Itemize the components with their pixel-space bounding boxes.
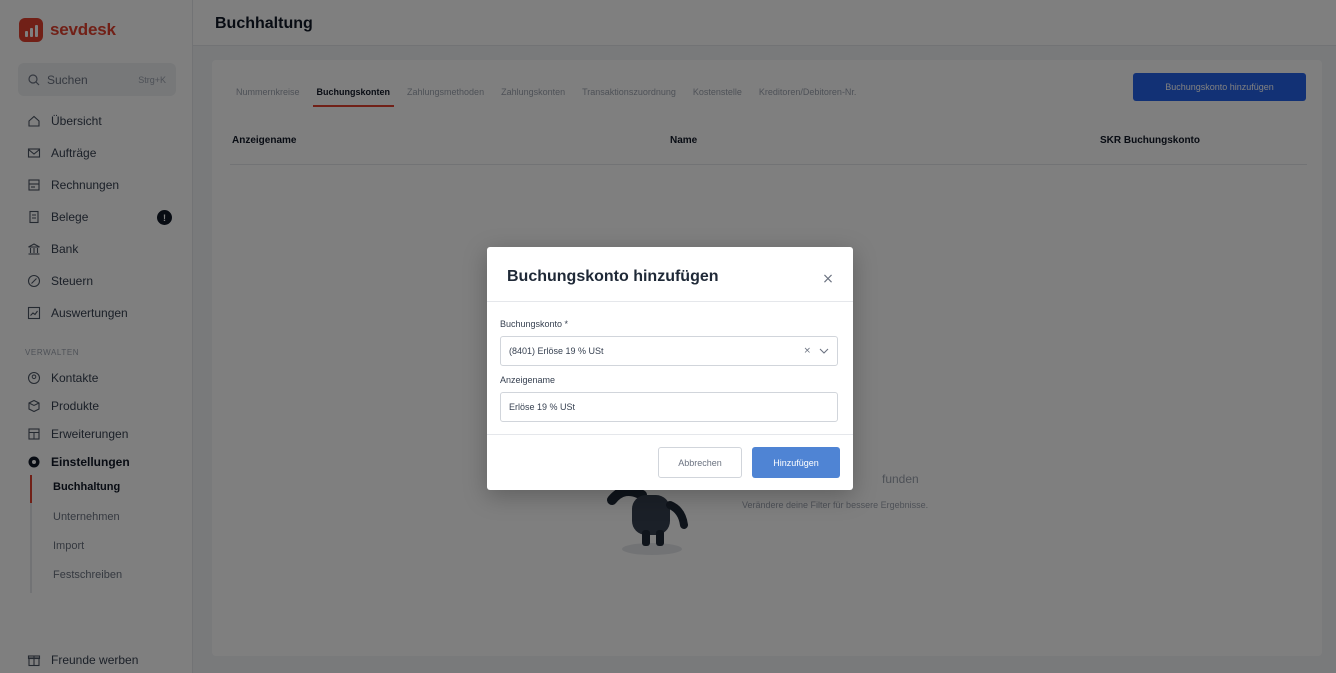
account-select-value: (8401) Erlöse 19 % USt [509,346,604,356]
clear-selection-icon[interactable]: × [803,346,811,356]
display-name-input[interactable] [500,392,838,422]
dialog-header-divider [487,301,853,302]
chevron-down-icon[interactable] [819,348,829,354]
account-field-label: Buchungskonto * [500,319,569,329]
close-icon[interactable]: × [819,270,837,288]
display-name-field-label: Anzeigename [500,375,556,385]
cancel-button[interactable]: Abbrechen [658,447,742,478]
add-account-dialog: Buchungskonto hinzufügen × Buchungskonto… [487,247,853,490]
dialog-title: Buchungskonto hinzufügen [507,268,719,285]
dialog-footer-divider [487,434,853,435]
submit-button[interactable]: Hinzufügen [752,447,840,478]
account-select[interactable]: (8401) Erlöse 19 % USt × [500,336,838,366]
